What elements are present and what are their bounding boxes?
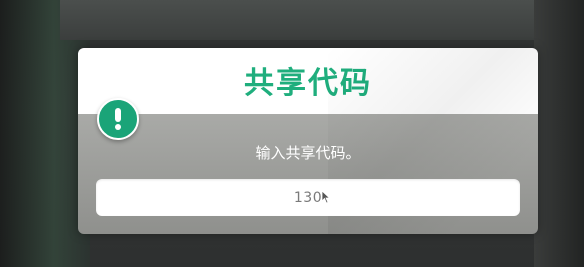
dialog-header: 共享代码 [78,48,538,114]
dialog-body [78,114,538,234]
dialog-message: 输入共享代码。 [255,144,361,162]
mouse-pointer-icon [321,189,331,208]
share-code-input[interactable]: 130 [96,179,520,216]
background-top [60,0,584,40]
exclamation-icon [97,98,139,140]
background-right [534,0,584,267]
share-code-input-value: 130 [293,189,323,206]
background-left [0,0,90,267]
share-code-dialog: 共享代码 输入共享代码。 130 [78,48,538,234]
game-screen: 共享代码 输入共享代码。 130 [0,0,584,267]
dialog-title: 共享代码 [244,66,372,101]
